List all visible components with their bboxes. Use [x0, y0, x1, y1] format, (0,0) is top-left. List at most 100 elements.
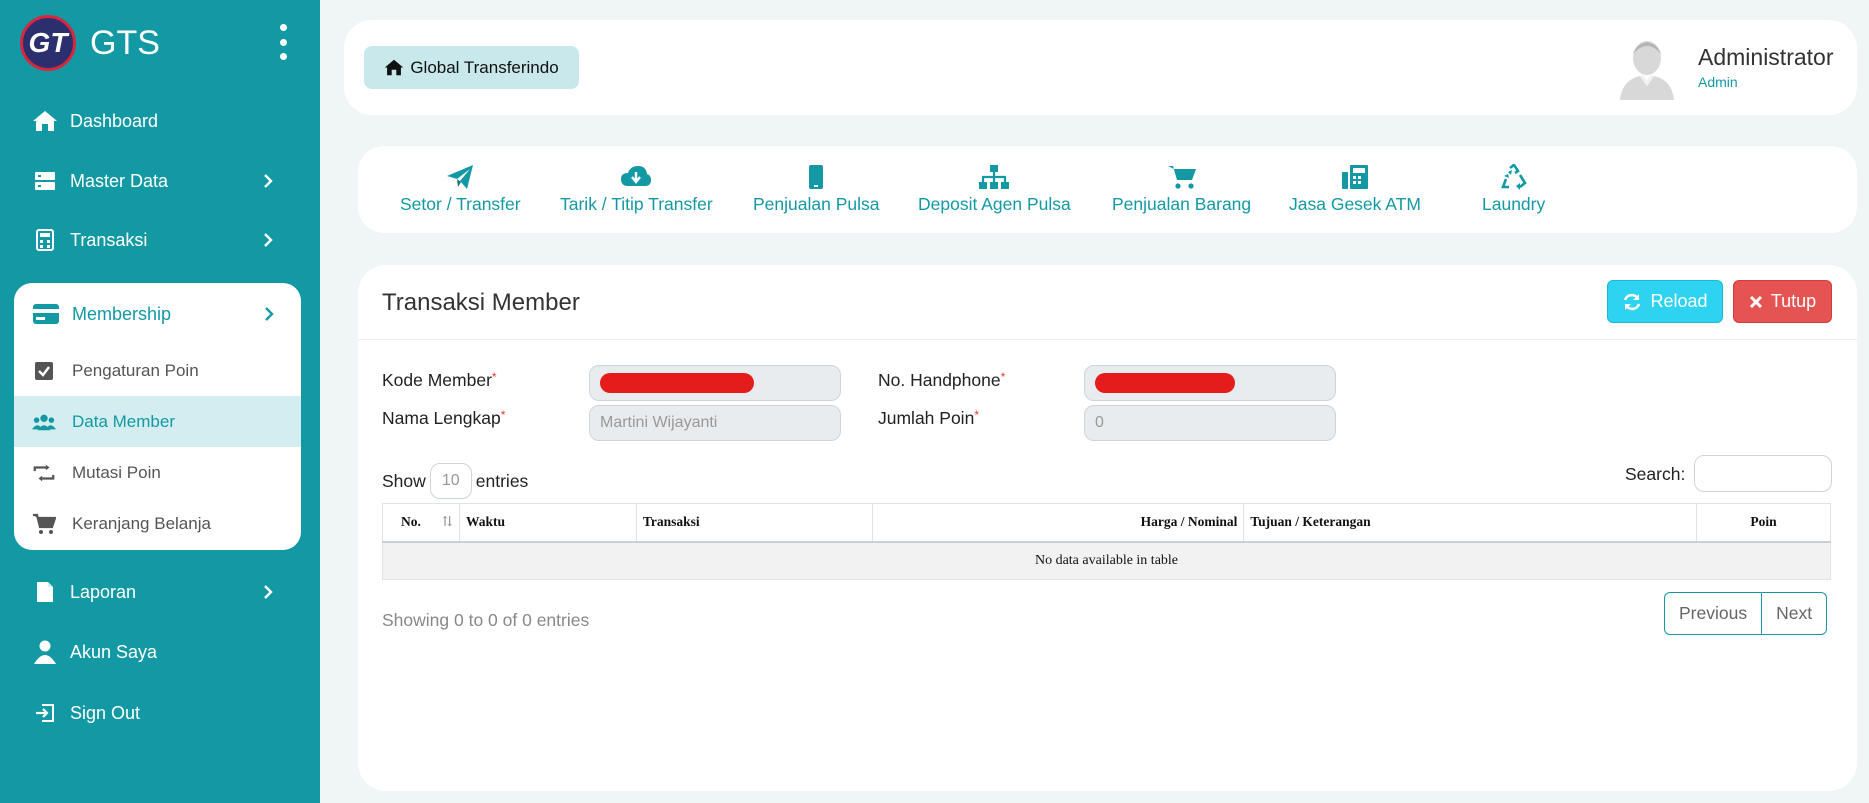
sidebar-item-keranjang-belanja[interactable]: Keranjang Belanja — [14, 498, 301, 549]
user-icon — [32, 639, 58, 665]
quick-deposit-agen-pulsa[interactable]: Deposit Agen Pulsa — [918, 164, 1071, 220]
reload-button[interactable]: Reload — [1607, 280, 1723, 323]
reload-label: Reload — [1650, 291, 1708, 311]
brand-name: GTS — [90, 23, 160, 62]
fax-icon — [1341, 165, 1368, 189]
shopping-cart-icon — [32, 512, 56, 536]
page-length-select[interactable]: 10 — [429, 463, 472, 499]
close-label: Tutup — [1770, 291, 1817, 311]
sidebar-item-pengaturan-poin[interactable]: Pengaturan Poin — [14, 345, 301, 396]
sidebar-item-mutasi-poin[interactable]: Mutasi Poin — [14, 447, 301, 498]
sitemap-icon — [979, 165, 1010, 189]
sidebar-item-master-data[interactable]: Master Data — [14, 157, 300, 205]
column-header-transaksi[interactable]: Transaksi — [635, 503, 873, 543]
redaction-mark — [600, 373, 754, 393]
quick-setor-transfer[interactable]: Setor / Transfer — [400, 164, 521, 220]
chevron-right-icon — [264, 585, 273, 599]
empty-table-message: No data available in table — [382, 541, 1831, 580]
sidebar-item-akun-saya[interactable]: Akun Saya — [14, 628, 300, 676]
quick-item-label: Jasa Gesek ATM — [1289, 194, 1421, 214]
sidebar-item-label: Mutasi Poin — [72, 462, 161, 482]
sidebar-item-label: Keranjang Belanja — [72, 513, 211, 533]
show-label: Show — [382, 470, 426, 491]
column-header-poin[interactable]: Poin — [1696, 503, 1831, 543]
brand-logo[interactable]: GT — [20, 15, 76, 71]
sidebar-item-transaksi[interactable]: Transaksi — [14, 216, 300, 264]
credit-card-icon — [32, 300, 60, 328]
close-icon — [1749, 295, 1762, 308]
sidebar-item-label: Master Data — [70, 170, 169, 191]
column-header-tujuan-keterangan[interactable]: Tujuan / Keterangan — [1243, 503, 1698, 543]
membership-group: Membership Pengaturan Poin Data Member M… — [14, 283, 301, 550]
quick-penjualan-barang[interactable]: Penjualan Barang — [1112, 164, 1251, 220]
sidebar-item-label: Akun Saya — [70, 641, 158, 662]
avatar[interactable] — [1618, 36, 1676, 100]
mobile-phone-icon — [809, 165, 824, 189]
sidebar-item-data-member[interactable]: Data Member — [14, 396, 301, 447]
paper-plane-icon — [447, 165, 474, 189]
table-info: Showing 0 to 0 of 0 entries — [382, 610, 590, 630]
user-role: Admin — [1698, 74, 1738, 90]
quick-jasa-gesek-atm[interactable]: Jasa Gesek ATM — [1289, 164, 1421, 220]
sidebar-item-dashboard[interactable]: Dashboard — [14, 97, 300, 145]
no-handphone-label: No. Handphone* — [878, 370, 1006, 390]
chevron-right-icon — [264, 233, 273, 247]
column-header-no[interactable]: No. ⇅ — [382, 503, 460, 543]
kebab-menu-icon[interactable] — [276, 24, 290, 60]
close-button[interactable]: Tutup — [1733, 280, 1832, 323]
shopping-cart-icon — [1167, 166, 1196, 189]
transaksi-member-panel: Transaksi Member Reload Tutup Kode Membe… — [358, 265, 1857, 791]
sidebar-item-label: Membership — [72, 303, 172, 324]
no-handphone-field[interactable] — [1084, 365, 1336, 401]
sign-out-icon — [32, 700, 58, 726]
sidebar-item-label: Data Member — [72, 411, 175, 431]
sidebar-item-membership[interactable]: Membership — [14, 283, 301, 345]
sidebar-item-label: Transaksi — [70, 229, 148, 250]
quick-item-label: Penjualan Barang — [1112, 194, 1252, 214]
column-header-harga-nominal[interactable]: Harga / Nominal — [871, 503, 1245, 543]
user-name: Administrator — [1698, 44, 1834, 70]
check-square-icon — [32, 359, 56, 383]
users-icon — [32, 410, 56, 434]
jumlah-poin-label: Jumlah Poin* — [878, 408, 979, 428]
quick-laundry[interactable]: Laundry — [1482, 164, 1545, 220]
home-icon — [32, 108, 58, 134]
previous-page-button[interactable]: Previous — [1665, 593, 1761, 634]
table-row: No data available in table — [382, 541, 1831, 580]
home-breadcrumb-button[interactable]: Global Transferindo — [364, 46, 579, 89]
quick-item-label: Deposit Agen Pulsa — [918, 194, 1071, 214]
chevron-right-icon — [265, 307, 274, 321]
redaction-mark — [1095, 373, 1235, 393]
kode-member-label: Kode Member* — [382, 370, 497, 390]
home-breadcrumb-label: Global Transferindo — [410, 57, 559, 77]
quick-menu: Setor / Transfer Tarik / Titip Transfer … — [358, 146, 1857, 233]
entries-label: entries — [475, 470, 529, 491]
retweet-icon — [32, 461, 56, 485]
quick-item-label: Laundry — [1482, 194, 1546, 214]
sidebar-item-label: Pengaturan Poin — [72, 360, 199, 380]
quick-penjualan-pulsa[interactable]: Penjualan Pulsa — [753, 164, 879, 220]
transactions-table: No. ⇅ Waktu Transaksi Harga / Nominal Tu… — [382, 503, 1831, 580]
jumlah-poin-field[interactable]: 0 — [1084, 405, 1336, 441]
sidebar-item-label: Sign Out — [70, 702, 141, 723]
chevron-right-icon — [264, 174, 273, 188]
panel-divider — [358, 339, 1857, 340]
calculator-icon — [32, 227, 58, 253]
brand: GT GTS — [20, 14, 290, 72]
quick-item-label: Penjualan Pulsa — [753, 194, 880, 214]
next-page-button[interactable]: Next — [1761, 593, 1826, 634]
sidebar-item-laporan[interactable]: Laporan — [14, 568, 300, 616]
search-input[interactable] — [1694, 455, 1832, 492]
pagination: Previous Next — [1664, 592, 1828, 635]
top-header: Global Transferindo Administrator Admin — [344, 20, 1857, 115]
column-header-waktu[interactable]: Waktu — [458, 503, 637, 543]
quick-item-label: Setor / Transfer — [400, 194, 521, 214]
home-icon — [385, 59, 404, 76]
kode-member-field[interactable] — [589, 365, 841, 401]
quick-tarik-titip-transfer[interactable]: Tarik / Titip Transfer — [560, 164, 713, 220]
file-icon — [32, 579, 58, 605]
page-title: Transaksi Member — [382, 289, 580, 316]
sidebar-item-sign-out[interactable]: Sign Out — [14, 689, 300, 737]
page-length-control: Show 10 entries — [382, 463, 528, 499]
nama-lengkap-field[interactable]: Martini Wijayanti — [589, 405, 841, 441]
